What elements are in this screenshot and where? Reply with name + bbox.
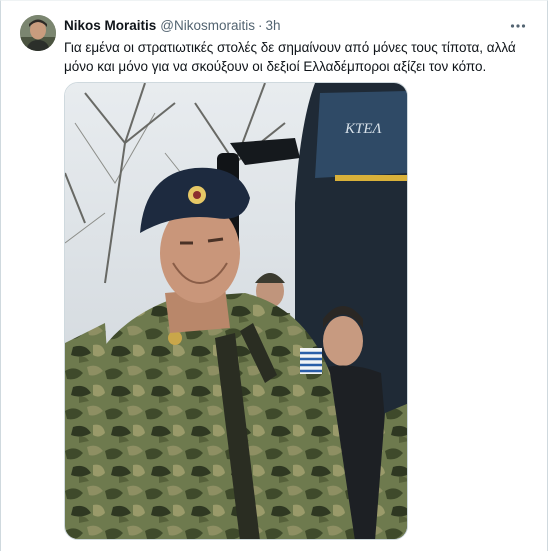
bus-sign: ΚΤΕΛ (344, 121, 382, 137)
avatar[interactable] (20, 15, 56, 51)
tweet-timestamp[interactable]: 3h (266, 18, 281, 33)
author-handle[interactable]: @Nikosmoraitis (160, 18, 255, 33)
tweet-header: Nikos Moraitis @Nikosmoraitis · 3h (64, 15, 281, 35)
separator-dot: · (258, 17, 263, 33)
tweet-text: Για εμένα οι στρατιωτικές στολές δε σημα… (64, 40, 516, 74)
author-name[interactable]: Nikos Moraitis (64, 18, 156, 33)
photo-soldier-image: ΚΤΕΛ (65, 83, 407, 539)
tweet[interactable]: Nikos Moraitis @Nikosmoraitis · 3h Για ε… (1, 1, 547, 552)
more-horizontal-icon (510, 24, 526, 28)
more-options-button[interactable] (507, 15, 529, 37)
tweet-photo[interactable]: ΚΤΕΛ (64, 82, 408, 540)
avatar-photo (20, 15, 56, 51)
timeline-column: Nikos Moraitis @Nikosmoraitis · 3h Για ε… (0, 0, 548, 551)
